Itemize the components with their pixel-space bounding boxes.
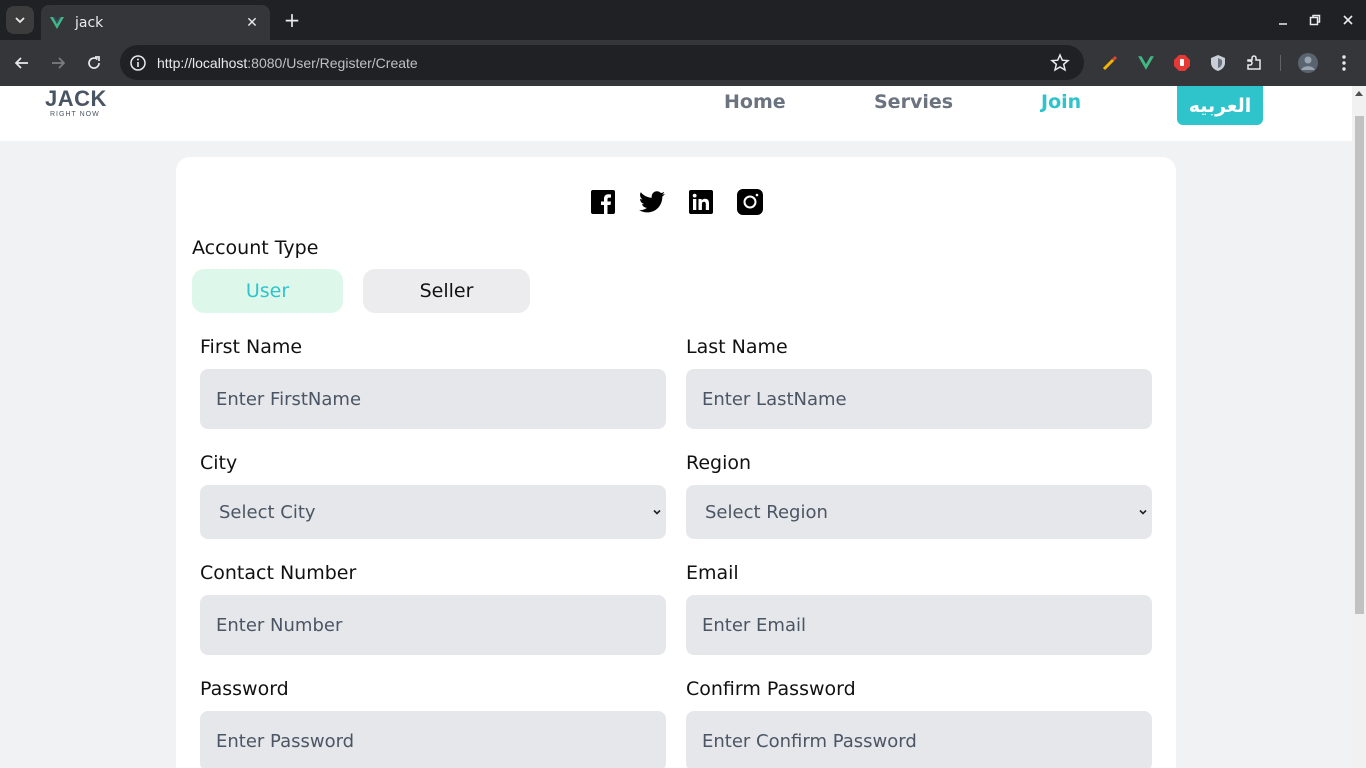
profile-avatar-icon[interactable] <box>1297 52 1319 74</box>
instagram-icon[interactable] <box>737 189 763 215</box>
back-icon[interactable] <box>10 51 34 75</box>
account-type-seller-button[interactable]: Seller <box>363 269 530 313</box>
contact-number-label: Contact Number <box>200 562 357 584</box>
page-scrollbar[interactable] <box>1352 86 1366 768</box>
reload-icon[interactable] <box>82 51 106 75</box>
minimize-icon[interactable] <box>1273 10 1293 30</box>
last-name-input[interactable]: Enter LastName <box>686 369 1152 429</box>
logo-text: JACK <box>45 86 107 111</box>
chevron-down-icon <box>1138 507 1148 517</box>
nav-services-link[interactable]: Servies <box>874 91 953 113</box>
site-header: JACK RIGHT NOW Home Servies Join العربيه <box>0 86 1352 141</box>
color-picker-extension-icon[interactable] <box>1099 52 1121 74</box>
confirm-password-label: Confirm Password <box>686 678 856 700</box>
email-label: Email <box>686 562 739 584</box>
contact-number-input[interactable]: Enter Number <box>200 595 666 655</box>
logo-tagline: RIGHT NOW <box>50 111 100 118</box>
vue-devtools-extension-icon[interactable] <box>1135 52 1157 74</box>
password-label: Password <box>200 678 289 700</box>
account-type-user-button[interactable]: User <box>192 269 343 313</box>
city-select[interactable]: Select City <box>200 485 666 539</box>
facebook-icon[interactable] <box>590 189 616 215</box>
city-selected-value: Select City <box>219 501 316 523</box>
site-info-icon[interactable] <box>129 54 147 72</box>
url-host: http://localhost <box>157 54 248 71</box>
tab-search-button[interactable] <box>6 6 34 34</box>
region-select[interactable]: Select Region <box>686 485 1152 539</box>
first-name-input[interactable]: Enter FirstName <box>200 369 666 429</box>
confirm-password-input[interactable]: Enter Confirm Password <box>686 711 1152 768</box>
close-window-icon[interactable] <box>1338 10 1358 30</box>
adblock-extension-icon[interactable] <box>1171 52 1193 74</box>
region-label: Region <box>686 452 752 474</box>
first-name-label: First Name <box>200 336 303 358</box>
bookmark-star-icon[interactable] <box>1050 53 1070 73</box>
scroll-thumb[interactable] <box>1355 116 1364 614</box>
contact-number-placeholder: Enter Number <box>216 614 343 636</box>
nav-join-link[interactable]: Join <box>1041 91 1081 113</box>
chevron-down-icon <box>15 17 25 24</box>
more-menu-icon[interactable] <box>1333 52 1355 74</box>
tab-title: jack <box>75 14 104 31</box>
close-tab-icon[interactable]: ✕ <box>244 15 260 31</box>
email-placeholder: Enter Email <box>702 614 806 636</box>
extensions-puzzle-icon[interactable] <box>1243 52 1265 74</box>
region-selected-value: Select Region <box>705 501 828 523</box>
arabic-language-button[interactable]: العربيه <box>1177 86 1263 125</box>
url-path: :8080/User/Register/Create <box>247 54 418 71</box>
account-type-label: Account Type <box>192 237 319 259</box>
last-name-placeholder: Enter LastName <box>702 388 847 410</box>
email-input[interactable]: Enter Email <box>686 595 1152 655</box>
toolbar-divider <box>1280 55 1281 71</box>
browser-tab-bar: jack ✕ + <box>0 0 1366 40</box>
password-input[interactable]: Enter Password <box>200 711 666 768</box>
vue-favicon-icon <box>49 15 65 31</box>
first-name-placeholder: Enter FirstName <box>216 388 362 410</box>
chevron-down-icon <box>652 507 662 517</box>
restore-icon[interactable] <box>1305 10 1325 30</box>
shield-extension-icon[interactable] <box>1207 52 1229 74</box>
city-label: City <box>200 452 238 474</box>
scroll-up-arrow-icon[interactable] <box>1355 91 1363 96</box>
linkedin-icon[interactable] <box>688 189 714 215</box>
new-tab-button[interactable]: + <box>280 8 304 32</box>
jack-logo[interactable]: JACK RIGHT NOW <box>45 86 107 120</box>
nav-home-link[interactable]: Home <box>724 91 786 113</box>
browser-toolbar: http://localhost:8080/User/Register/Crea… <box>0 40 1366 86</box>
confirm-password-placeholder: Enter Confirm Password <box>702 730 917 752</box>
last-name-label: Last Name <box>686 336 788 358</box>
forward-icon[interactable] <box>46 51 70 75</box>
address-bar[interactable]: http://localhost:8080/User/Register/Crea… <box>120 45 1084 80</box>
social-links <box>590 189 786 217</box>
twitter-icon[interactable] <box>639 189 665 215</box>
url-text: http://localhost:8080/User/Register/Crea… <box>157 55 418 71</box>
browser-tab[interactable]: jack ✕ <box>41 5 270 40</box>
page-viewport: JACK RIGHT NOW Home Servies Join العربيه… <box>0 86 1352 768</box>
password-placeholder: Enter Password <box>216 730 355 752</box>
register-form-card: Account Type User Seller First Name Ente… <box>176 157 1176 768</box>
